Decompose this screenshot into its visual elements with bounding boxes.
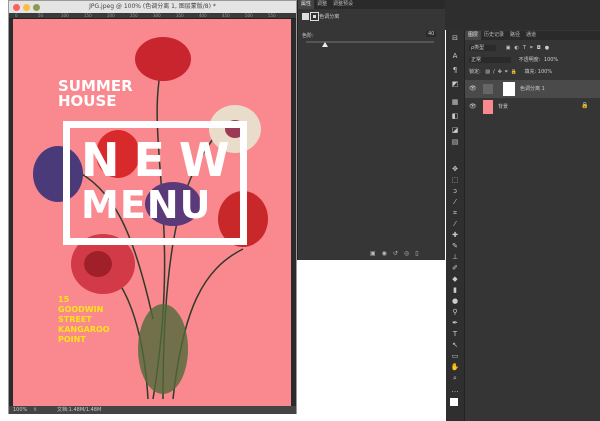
layer-name[interactable]: 背景 <box>498 103 508 110</box>
adjustment-layer-icon <box>483 84 493 94</box>
properties-header: 色调分离 <box>302 12 339 21</box>
info-icon[interactable]: ▤ <box>450 138 460 147</box>
canvas[interactable]: SUMMER HOUSE NEW MENU 15 GOODWIN STREET KANG… <box>13 19 291 406</box>
ruler-tick: 200 <box>107 13 115 18</box>
doc-size[interactable]: 文档:1.48M/1.48M <box>57 406 101 414</box>
tab-layers[interactable]: 图层 <box>465 31 482 40</box>
layer-mask-thumb[interactable] <box>503 82 515 96</box>
ruler-tick: 250 <box>130 13 138 18</box>
paragraph-icon[interactable]: ¶ <box>450 66 460 75</box>
eye-icon[interactable]: 👁 <box>469 85 477 92</box>
foreground-color[interactable] <box>450 398 458 406</box>
tools-column: ⊟ A ¶ ◩ ▦ ◧ ◪ ▤ ✥ ⬚ ↄ ⁄ ⌗ ⁄ ✚ ✎ ⊥ ✐ ◆ ▮ … <box>446 30 465 421</box>
stamp-tool-icon[interactable]: ⊥ <box>450 253 460 262</box>
zoom-tool-icon[interactable]: ⌕ <box>450 374 460 383</box>
layers-panel: 图层 历史记录 路径 通道 ρ类型 ▣◐T⌗◘● 正常 不透明度: 100% 锁定: … <box>465 30 600 421</box>
ruler-tick: 100 <box>61 13 69 18</box>
path-select-icon[interactable]: ↖ <box>450 341 460 350</box>
layer-row[interactable]: 👁 背景 🔒 <box>465 98 600 116</box>
history-icon[interactable]: ⊟ <box>450 34 460 43</box>
tab-history[interactable]: 历史记录 <box>481 31 507 40</box>
lock-icons[interactable]: ▨/✥⌗🔒 <box>485 69 520 75</box>
lock-icon: 🔒 <box>581 102 589 109</box>
magic-wand-icon[interactable]: ⁄ <box>450 198 460 207</box>
delete-icon[interactable]: ▯ <box>415 250 424 257</box>
layer-thumb <box>483 100 493 114</box>
status-bar: 100% ⇪ 文档:1.48M/1.48M <box>9 406 296 414</box>
address: 15 GOODWIN STREET KANGAROO POINT <box>58 295 110 344</box>
blend-mode-select[interactable]: 正常 <box>469 57 512 63</box>
ruler-tick: 400 <box>199 13 207 18</box>
adjust-icon[interactable]: ◧ <box>450 112 460 121</box>
ruler-tick: 150 <box>84 13 92 18</box>
swatches-icon[interactable]: ▦ <box>450 98 460 107</box>
fill-value[interactable]: 100% <box>538 69 552 75</box>
reset-icon[interactable]: ↺ <box>393 250 404 257</box>
levels-label: 色阶: <box>302 33 314 39</box>
layer-row[interactable]: 👁 色调分离 1 <box>465 80 600 98</box>
blur-tool-icon[interactable]: ● <box>450 297 460 306</box>
panel-dock-top <box>445 0 600 30</box>
zoom-level[interactable]: 100% <box>13 406 27 414</box>
move-tool-icon[interactable]: ✥ <box>450 165 460 174</box>
tab-properties[interactable]: 属性 <box>298 0 315 9</box>
gradient-tool-icon[interactable]: ▮ <box>450 286 460 295</box>
menu-text: MENU <box>81 183 212 227</box>
crop-tool-icon[interactable]: ⌗ <box>450 209 460 218</box>
close-button[interactable] <box>13 4 20 11</box>
lock-label: 锁定: <box>469 69 481 75</box>
ruler-tick: 500 <box>245 13 253 18</box>
brush-preset-icon[interactable]: ◩ <box>450 80 460 89</box>
visibility-icon[interactable]: ◎ <box>404 250 415 257</box>
shape-tool-icon[interactable]: ▭ <box>450 352 460 361</box>
brush-tool-icon[interactable]: ✎ <box>450 242 460 251</box>
headline: SUMMER HOUSE <box>58 77 133 110</box>
ruler-tick: 550 <box>268 13 276 18</box>
zoom-button[interactable] <box>33 4 40 11</box>
styles-icon[interactable]: ◪ <box>450 126 460 135</box>
panel-footer: ▣◉↺◎▯ <box>370 250 425 257</box>
view-previous-icon[interactable]: ◉ <box>382 250 393 257</box>
ruler-tick: 0 <box>15 13 18 18</box>
levels-value[interactable]: 40 <box>426 31 437 37</box>
ruler-tick: 50 <box>38 13 44 18</box>
filter-icons[interactable]: ▣◐T⌗◘● <box>506 45 553 51</box>
adjustment-icon <box>302 13 309 20</box>
new-text: NEW <box>81 133 244 187</box>
layer-name[interactable]: 色调分离 1 <box>520 85 545 92</box>
character-icon[interactable]: A <box>450 52 460 61</box>
layer-filter[interactable]: ρ类型 <box>469 45 497 51</box>
tab-adjustments[interactable]: 调整 <box>314 0 330 9</box>
share-icon[interactable]: ⇪ <box>33 406 37 414</box>
dodge-tool-icon[interactable]: ⚲ <box>450 308 460 317</box>
properties-panel: 属性 调整 调整预设 色调分离 色阶: 40 ▣◉↺◎▯ <box>297 0 445 260</box>
ruler-tick: 300 <box>153 13 161 18</box>
opacity-value[interactable]: 100% <box>544 57 558 63</box>
healing-icon[interactable]: ✚ <box>450 231 460 240</box>
pen-tool-icon[interactable]: ✒ <box>450 319 460 328</box>
tab-channels[interactable]: 通道 <box>523 31 539 40</box>
opacity-label: 不透明度: <box>518 57 541 63</box>
marquee-tool-icon[interactable]: ⬚ <box>450 176 460 185</box>
clip-icon[interactable]: ▣ <box>370 250 382 257</box>
tab-adjustment-presets[interactable]: 调整预设 <box>330 0 356 9</box>
mask-icon[interactable] <box>309 12 319 21</box>
eraser-tool-icon[interactable]: ◆ <box>450 275 460 284</box>
lasso-tool-icon[interactable]: ↄ <box>450 187 460 196</box>
type-tool-icon[interactable]: T <box>450 330 460 339</box>
tab-paths[interactable]: 路径 <box>507 31 523 40</box>
eye-icon[interactable]: 👁 <box>469 103 477 110</box>
title-bar: JPG.jpeg @ 100% (色调分离 1, 图层蒙版/8) * <box>9 1 296 13</box>
slider-thumb[interactable] <box>322 42 329 47</box>
hand-tool-icon[interactable]: ✋ <box>450 363 460 372</box>
document-window: JPG.jpeg @ 100% (色调分离 1, 图层蒙版/8) * 0 50 10… <box>8 0 297 414</box>
ruler-tick: 450 <box>222 13 230 18</box>
minimize-button[interactable] <box>23 4 30 11</box>
more-tools-icon[interactable]: … <box>450 386 460 395</box>
eyedropper-icon[interactable]: ⁄ <box>450 220 460 229</box>
ruler-tick: 350 <box>176 13 184 18</box>
history-brush-icon[interactable]: ✐ <box>450 264 460 273</box>
document-title: JPG.jpeg @ 100% (色调分离 1, 图层蒙版/8) * <box>89 3 216 10</box>
fill-label: 填充: <box>524 69 537 75</box>
